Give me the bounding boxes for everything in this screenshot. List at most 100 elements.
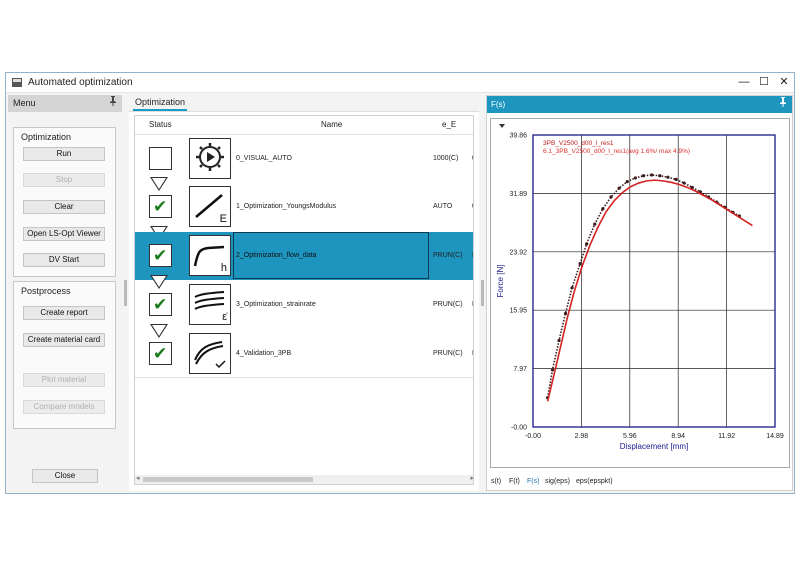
- row-name: 1_Optimization_YoungsModulus: [236, 203, 337, 210]
- create-report-button[interactable]: Create report: [23, 306, 105, 320]
- y-tick-label: 39.86: [509, 133, 527, 140]
- row-name: 2_Optimization_flow_data: [236, 252, 317, 259]
- status-check: ✔: [153, 344, 168, 363]
- table-row[interactable]: ✔ E 1_Optimization_YoungsModulus AUTO 0: [135, 183, 473, 231]
- chart-area[interactable]: -0.00 2.98 5.96 8.94 11.92 14.89 -0.00 7.97 15.9…: [490, 118, 790, 468]
- splitter-grip[interactable]: [481, 280, 484, 306]
- left-splitter[interactable]: [124, 95, 128, 491]
- row-extra-value: F: [472, 301, 473, 308]
- window-title: Automated optimization: [28, 77, 133, 88]
- row-name: 3_Optimization_strainrate: [236, 301, 316, 308]
- status-box[interactable]: ✔: [149, 244, 172, 267]
- x-tick-label: 11.92: [718, 433, 735, 440]
- column-header-name[interactable]: Name: [321, 120, 342, 129]
- x-tick-label: 8.94: [671, 433, 685, 440]
- minimize-button[interactable]: —: [736, 75, 752, 89]
- close-button[interactable]: Close: [32, 469, 98, 483]
- splitter-grip[interactable]: [124, 280, 127, 306]
- status-box[interactable]: ✔: [149, 195, 172, 218]
- legend-entry: 3PB_V2500_d00_l_res1: [543, 140, 614, 147]
- plot-title: F(s): [491, 100, 506, 109]
- plot-tab-strip: s(t) F(t) F(s) sig(eps) eps(epspkt): [487, 474, 792, 490]
- y-tick-label: 15.95: [509, 308, 527, 315]
- menu-header: Menu: [8, 95, 122, 112]
- table-row-selected[interactable]: ✔ h 2_Optimization_flow_data PRUN(C) F: [135, 232, 473, 280]
- scrollbar-thumb[interactable]: [143, 477, 313, 482]
- status-box[interactable]: [149, 147, 172, 170]
- thumb-label: ε̇: [222, 311, 227, 323]
- x-tick-label: 5.96: [623, 433, 637, 440]
- strainrate-curves-icon: ε̇: [189, 284, 231, 325]
- row-name: 4_Validation_3PB: [236, 350, 292, 357]
- y-tick-label: 31.89: [509, 191, 527, 198]
- y-axis-label: Force [N]: [496, 265, 505, 298]
- flow-curve-icon: h: [189, 235, 231, 276]
- table-row[interactable]: 0_VISUAL_AUTO 1000(C) 0: [135, 134, 473, 182]
- thumb-label: E: [219, 213, 227, 225]
- table-row[interactable]: ✔ ε̇ 3_Optimization_strainrate PRUN(C) F: [135, 281, 473, 329]
- chart-options-dropdown-icon[interactable]: [499, 124, 505, 128]
- row-e-e-value: 1000(C): [433, 155, 459, 162]
- status-check: ✔: [153, 295, 168, 314]
- app-icon: [12, 78, 22, 87]
- postprocess-group: Postprocess Create report Create materia…: [13, 281, 116, 429]
- validation-curve-icon: [189, 333, 231, 374]
- scroll-right-icon[interactable]: ▸: [470, 474, 473, 482]
- clear-button[interactable]: Clear: [23, 200, 105, 214]
- pin-icon[interactable]: [779, 96, 787, 113]
- plot-tab-f-t[interactable]: F(t): [509, 478, 520, 485]
- menu-title: Menu: [13, 98, 36, 108]
- status-box[interactable]: ✔: [149, 293, 172, 316]
- status-box[interactable]: ✔: [149, 342, 172, 365]
- run-button[interactable]: Run: [23, 147, 105, 161]
- row-e-e-value: PRUN(C): [433, 350, 463, 357]
- plot-tab-f-s[interactable]: F(s): [527, 478, 539, 485]
- row-extra-value: F: [472, 350, 473, 357]
- close-window-button[interactable]: ✕: [776, 75, 792, 89]
- tab-strip: Optimization: [129, 95, 479, 112]
- force-displacement-chart: -0.00 2.98 5.96 8.94 11.92 14.89 -0.00 7.97 15.9…: [496, 124, 784, 451]
- right-splitter[interactable]: [480, 95, 485, 491]
- plot-panel: F(s) -0.00 2.98 5.96 8.94 11.92 14.89 -0.00 7.9…: [486, 95, 793, 491]
- plot-tab-sig-eps[interactable]: sig(eps): [545, 478, 570, 485]
- open-ls-opt-viewer-button[interactable]: Open LS-Opt Viewer: [23, 227, 105, 241]
- status-check: ✔: [153, 197, 168, 216]
- row-name: 0_VISUAL_AUTO: [236, 155, 292, 162]
- optimization-group: Optimization Run Stop Clear Open LS-Opt …: [13, 127, 116, 277]
- y-tick-label: 7.97: [513, 366, 527, 373]
- row-extra-value: F: [472, 252, 473, 259]
- app-window: Automated optimization — ☐ ✕ Menu Optimi…: [5, 72, 795, 494]
- x-axis-label: Displacement [mm]: [620, 442, 688, 451]
- plot-material-button[interactable]: Plot material: [23, 373, 105, 387]
- optimization-group-title: Optimization: [21, 132, 72, 142]
- x-tick-label: -0.00: [525, 433, 541, 440]
- row-e-e-value: AUTO: [433, 203, 453, 210]
- create-material-card-button[interactable]: Create material card: [23, 333, 105, 347]
- stop-button[interactable]: Stop: [23, 173, 105, 187]
- maximize-button[interactable]: ☐: [756, 75, 772, 89]
- table-row[interactable]: ✔ 4_Validation_3PB PRUN(C) F: [135, 330, 473, 378]
- x-tick-label: 2.98: [575, 433, 589, 440]
- optimization-panel: Optimization Status Name e_E 0_VISUAL_AU…: [129, 95, 479, 491]
- pin-icon[interactable]: [109, 95, 117, 112]
- plot-tab-eps-epspkt[interactable]: eps(epspkt): [576, 478, 613, 485]
- tab-optimization[interactable]: Optimization: [133, 97, 188, 111]
- row-extra-value: 0: [472, 203, 473, 210]
- row-e-e-value: PRUN(C): [433, 301, 463, 308]
- row-e-e-value: PRUN(C): [433, 252, 463, 259]
- postprocess-group-title: Postprocess: [21, 286, 71, 296]
- y-tick-label: -0.00: [511, 425, 527, 432]
- compare-models-button[interactable]: Compare models: [23, 400, 105, 414]
- dv-start-button[interactable]: DV Start: [23, 253, 105, 267]
- scroll-left-icon[interactable]: ◂: [136, 474, 140, 482]
- optimization-grid: Status Name e_E 0_VISUAL_AUTO 1000(C) ✔ …: [134, 115, 474, 485]
- legend-entry: 6.1_3PB_V2500_d00_l_res1(avg 1.6%/ max 4…: [543, 148, 690, 155]
- horizontal-scrollbar[interactable]: ◂ ▸: [135, 474, 473, 484]
- column-header-status[interactable]: Status: [149, 120, 172, 129]
- play-icon: [189, 138, 231, 179]
- plot-tab-s-t[interactable]: s(t): [491, 478, 501, 485]
- y-tick-label: 23.92: [509, 249, 527, 256]
- linear-curve-icon: E: [189, 186, 231, 227]
- menu-panel: Menu Optimization Run Stop Clear Open LS…: [8, 95, 122, 491]
- column-header-e-e[interactable]: e_E: [442, 120, 456, 129]
